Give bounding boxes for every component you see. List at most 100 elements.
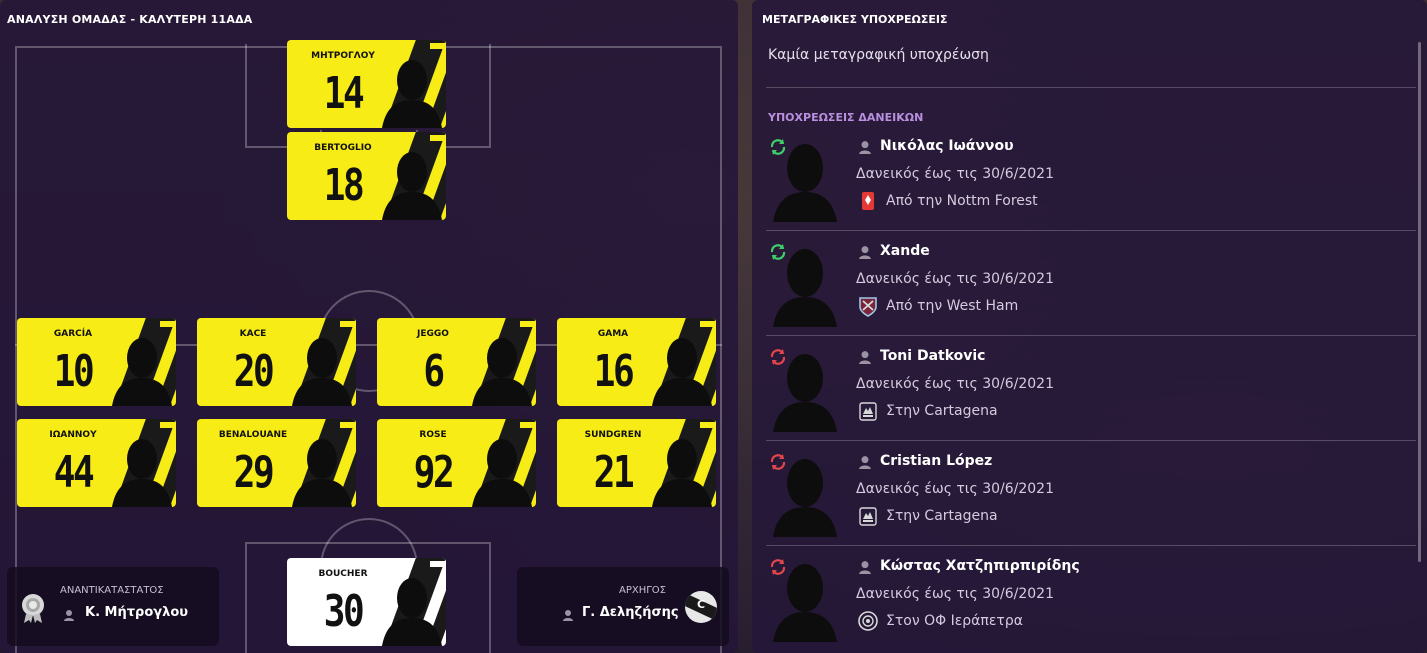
loan-row[interactable]: Toni Datkovic Δανεικός έως τις 30/6/2021… [752,348,1416,453]
loan-row[interactable]: Νικόλας Ιωάννου Δανεικός έως τις 30/6/20… [752,138,1416,243]
player-silhouette-icon [382,152,442,220]
loan-player-name[interactable]: Toni Datkovic [880,348,986,364]
player-card-name: ΙΩΑΝΝΟΥ [49,430,97,440]
player-card[interactable]: SUNDGREN 21 [557,419,716,507]
player-silhouette-icon [292,439,352,507]
loan-club-text[interactable]: Από την Nottm Forest [886,193,1038,209]
person-icon [859,141,871,154]
player-card-name: BENALOUANE [218,430,288,440]
player-card[interactable]: BENALOUANE 29 [197,419,356,507]
cartagena-crest-icon [859,507,877,526]
player-silhouette-icon [773,354,837,432]
best-eleven-panel: ΑΝΑΛΥΣΗ ΟΜΑΔΑΣ - ΚΑΛΥΤΕΡΗ 11ΑΔΑ ΜΗΤΡΟΓΛΟ… [0,0,738,653]
captain-badge-letter: C [696,598,706,611]
loan-club-text[interactable]: Στον ΟΦ Ιεράπετρα [886,613,1023,629]
player-card[interactable]: GAMA 16 [557,318,716,406]
vice-captain-label: ΑΝΑΝΤΙΚΑΤΑΣΤΑΤΟΣ [60,585,164,596]
player-card-name: KACE [239,329,267,339]
player-card[interactable]: ROSE 92 [377,419,536,507]
award-rosette-icon [22,594,44,623]
divider [766,230,1416,231]
player-card-number: 14 [323,68,365,119]
vice-captain-name[interactable]: Κ. Μήτρογλου [85,605,188,620]
player-card-number: 18 [323,160,365,211]
player-card-goalkeeper[interactable]: BOUCHER 30 [287,558,446,646]
transfer-obligations-panel: ΜΕΤΑΓΡΑΦΙΚΕΣ ΥΠΟΧΡΕΩΣΕΙΣ Καμία μεταγραφι… [752,0,1427,653]
divider [766,87,1416,88]
loan-until-text: Δανεικός έως τις 30/6/2021 [856,376,1054,392]
player-card-name: ΜΗΤΡΟΓΛΟΥ [311,51,375,61]
loan-row[interactable]: Cristian López Δανεικός έως τις 30/6/202… [752,453,1416,558]
loan-club-text[interactable]: Στην Cartagena [886,508,998,524]
loan-row[interactable]: Xande Δανεικός έως τις 30/6/2021 Από την… [752,243,1416,348]
player-silhouette-icon [382,578,442,646]
player-card-number: 6 [423,346,445,397]
player-card-name: BERTOGLIO [314,143,372,153]
person-icon [859,351,871,364]
player-silhouette-icon [773,564,837,642]
player-silhouette-icon [112,338,172,406]
player-silhouette-icon [292,338,352,406]
panel-title: ΜΕΤΑΓΡΑΦΙΚΕΣ ΥΠΟΧΡΕΩΣΕΙΣ [762,13,948,26]
of-ierapetra-crest-icon [858,611,878,631]
player-card[interactable]: ΜΗΤΡΟΓΛΟΥ 14 [287,40,446,128]
player-card-name: SUNDGREN [584,430,642,440]
player-card-number: 16 [593,346,635,397]
loan-obligations-title: ΥΠΟΧΡΕΩΣΕΙΣ ΔΑΝΕΙΚΩΝ [768,111,924,124]
player-card-number: 92 [413,447,455,498]
player-card[interactable]: BERTOGLIO 18 [287,132,446,220]
no-obligations-text: Καμία μεταγραφική υποχρέωση [768,47,989,63]
loan-player-name[interactable]: Νικόλας Ιωάννου [880,138,1014,154]
cartagena-crest-icon [859,402,877,421]
person-icon [859,246,871,259]
captain-armband-icon: C [685,591,717,623]
player-card[interactable]: KACE 20 [197,318,356,406]
player-silhouette-icon [773,144,837,222]
captain-label: ΑΡΧΗΓΟΣ [618,585,666,596]
player-card[interactable]: ΙΩΑΝΝΟΥ 44 [17,419,176,507]
player-card[interactable]: GARCÍA 10 [17,318,176,406]
player-silhouette-icon [652,439,712,507]
player-silhouette-icon [472,439,532,507]
divider [766,440,1416,441]
loan-until-text: Δανεικός έως τις 30/6/2021 [856,481,1054,497]
loan-club-text[interactable]: Στην Cartagena [886,403,998,419]
loan-player-name[interactable]: Cristian López [880,453,992,469]
player-silhouette-icon [773,459,837,537]
person-icon [859,456,871,469]
captain-box[interactable]: ΑΡΧΗΓΟΣ Γ. Δεληζήσης C [517,567,729,646]
player-card-number: 21 [593,447,635,498]
player-card-number: 30 [323,586,365,637]
loan-until-text: Δανεικός έως τις 30/6/2021 [856,586,1054,602]
player-card-name: BOUCHER [318,569,368,579]
west-ham-crest-icon [859,297,877,317]
player-card-name: ROSE [419,430,447,440]
person-icon [563,610,573,621]
player-card-number: 29 [233,447,275,498]
person-icon [64,610,74,621]
vice-captain-box[interactable]: ΑΝΑΝΤΙΚΑΤΑΣΤΑΤΟΣ Κ. Μήτρογλου [7,567,219,646]
loan-until-text: Δανεικός έως τις 30/6/2021 [856,166,1054,182]
loan-until-text: Δανεικός έως τις 30/6/2021 [856,271,1054,287]
divider [766,545,1416,546]
player-card-number: 20 [233,346,275,397]
player-silhouette-icon [652,338,712,406]
captain-name[interactable]: Γ. Δεληζήσης [582,605,679,620]
player-silhouette-icon [773,249,837,327]
player-silhouette-icon [112,439,172,507]
player-card[interactable]: JEGGO 6 [377,318,536,406]
player-card-name: JEGGO [417,329,449,339]
loan-player-name[interactable]: Xande [880,243,930,259]
player-card-name: GARCÍA [53,329,93,339]
nottm-forest-crest-icon [862,192,874,210]
player-silhouette-icon [472,338,532,406]
player-card-name: GAMA [597,329,629,339]
panel-title: ΑΝΑΛΥΣΗ ΟΜΑΔΑΣ - ΚΑΛΥΤΕΡΗ 11ΑΔΑ [7,13,253,26]
person-icon [859,561,871,574]
loan-player-name[interactable]: Κώστας Χατζηπιρπιρίδης [880,558,1080,574]
loan-row[interactable]: Κώστας Χατζηπιρπιρίδης Δανεικός έως τις … [752,558,1412,653]
scrollbar[interactable] [1418,42,1421,562]
player-card-number: 44 [53,447,95,498]
divider [766,335,1416,336]
loan-club-text[interactable]: Από την West Ham [886,298,1018,314]
